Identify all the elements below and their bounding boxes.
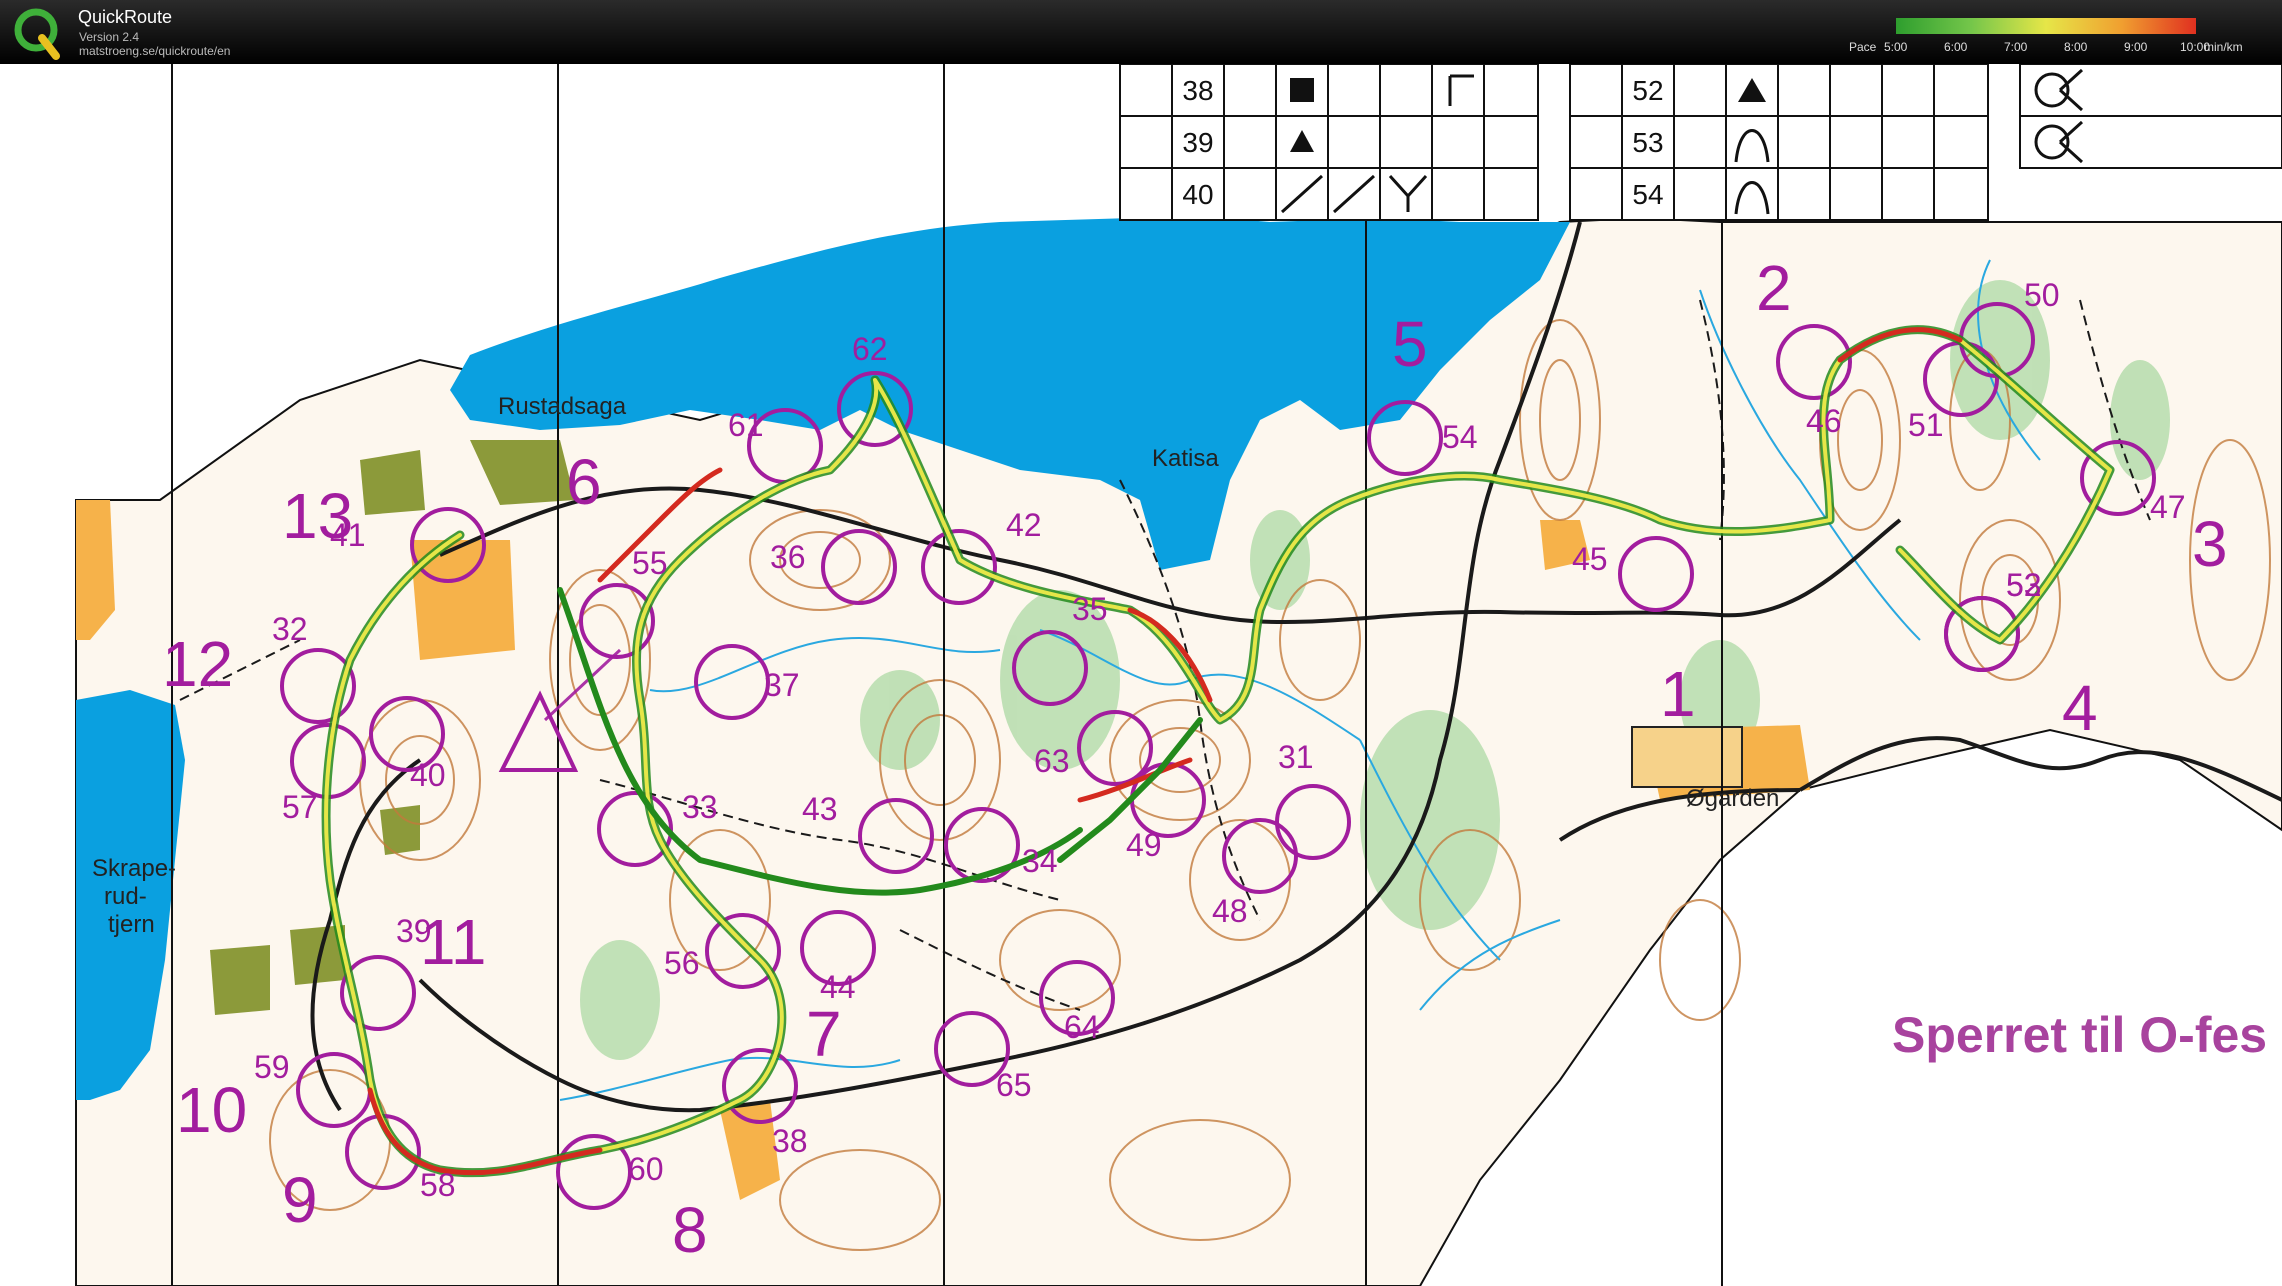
control-code-32: 32	[272, 611, 308, 647]
control-code-48: 48	[1212, 893, 1248, 929]
course-number-10: 10	[176, 1074, 247, 1146]
label-rustadsaga: Rustadsaga	[498, 393, 627, 420]
description-code-39: 39	[1182, 127, 1213, 158]
description-code-54: 54	[1632, 179, 1663, 210]
label-katisa: Katisa	[1152, 445, 1219, 472]
control-code-50: 50	[2024, 277, 2060, 313]
pace-tick: 5:00	[1884, 40, 1908, 54]
control-code-55: 55	[632, 545, 668, 581]
course-number-7: 7	[806, 998, 842, 1070]
course-number-12: 12	[162, 628, 233, 700]
control-code-45: 45	[1572, 541, 1608, 577]
title-bar: QuickRoute Version 2.4 matstroeng.se/qui…	[0, 0, 2282, 64]
pace-tick: 9:00	[2124, 40, 2148, 54]
quickroute-logo-icon	[14, 8, 60, 60]
control-code-64: 64	[1064, 1009, 1100, 1045]
control-code-31: 31	[1278, 739, 1314, 775]
pace-label: Pace	[1849, 40, 1877, 54]
pace-color-scale	[1896, 18, 2196, 34]
label-skraperudtjern-1: Skrape-	[92, 855, 176, 882]
control-code-46: 46	[1806, 403, 1842, 439]
course-number-4: 4	[2062, 672, 2098, 744]
control-code-40: 40	[410, 757, 446, 793]
label-skraperudtjern-2: rud-	[104, 883, 147, 910]
course-number-1: 1	[1660, 658, 1696, 730]
control-code-44: 44	[820, 969, 856, 1005]
control-code-58: 58	[420, 1167, 456, 1203]
app-version: Version 2.4	[79, 30, 140, 44]
pace-tick: 7:00	[2004, 40, 2028, 54]
control-code-37: 37	[764, 667, 800, 703]
control-code-56: 56	[664, 945, 700, 981]
control-code-65: 65	[996, 1067, 1032, 1103]
course-number-3: 3	[2192, 508, 2228, 580]
description-code-38: 38	[1182, 75, 1213, 106]
restricted-area-label: Sperret til O-fes	[1892, 1007, 2267, 1063]
control-code-43: 43	[802, 791, 838, 827]
course-number-8: 8	[672, 1194, 708, 1266]
description-code-52: 52	[1632, 75, 1663, 106]
control-code-42: 42	[1006, 507, 1042, 543]
pace-unit: min/km	[2204, 40, 2243, 54]
control-code-35: 35	[1072, 591, 1108, 627]
control-code-34: 34	[1022, 843, 1058, 879]
pace-tick: 6:00	[1944, 40, 1968, 54]
control-code-59: 59	[254, 1049, 290, 1085]
control-code-49: 49	[1126, 827, 1162, 863]
building-ogarden	[1631, 726, 1743, 788]
control-code-53: 53	[2006, 567, 2042, 603]
app-url[interactable]: matstroeng.se/quickroute/en	[79, 44, 230, 58]
control-code-60: 60	[628, 1151, 664, 1187]
control-code-61: 61	[728, 407, 764, 443]
control-code-51: 51	[1908, 407, 1944, 443]
label-ogarden: Øgarden	[1686, 785, 1779, 812]
control-code-41: 41	[330, 517, 366, 553]
control-code-36: 36	[770, 539, 806, 575]
orienteering-map[interactable]: 38 39 40 52 53 54 Rustadsaga Katisa Skra…	[0, 64, 2282, 1286]
control-code-33: 33	[682, 789, 718, 825]
control-code-47: 47	[2150, 489, 2186, 525]
pace-tick: 8:00	[2064, 40, 2088, 54]
course-number-2: 2	[1756, 252, 1792, 324]
control-code-63: 63	[1034, 743, 1070, 779]
control-code-38: 38	[772, 1123, 808, 1159]
course-number-9: 9	[282, 1164, 318, 1236]
label-skraperudtjern-3: tjern	[108, 911, 155, 938]
course-number-6: 6	[566, 446, 602, 518]
control-code-57: 57	[282, 789, 318, 825]
description-code-40: 40	[1182, 179, 1213, 210]
control-code-62: 62	[852, 331, 888, 367]
course-number-5: 5	[1392, 308, 1428, 380]
control-code-39: 39	[396, 913, 432, 949]
app-title: QuickRoute	[78, 7, 173, 27]
description-code-53: 53	[1632, 127, 1663, 158]
control-code-54: 54	[1442, 419, 1478, 455]
